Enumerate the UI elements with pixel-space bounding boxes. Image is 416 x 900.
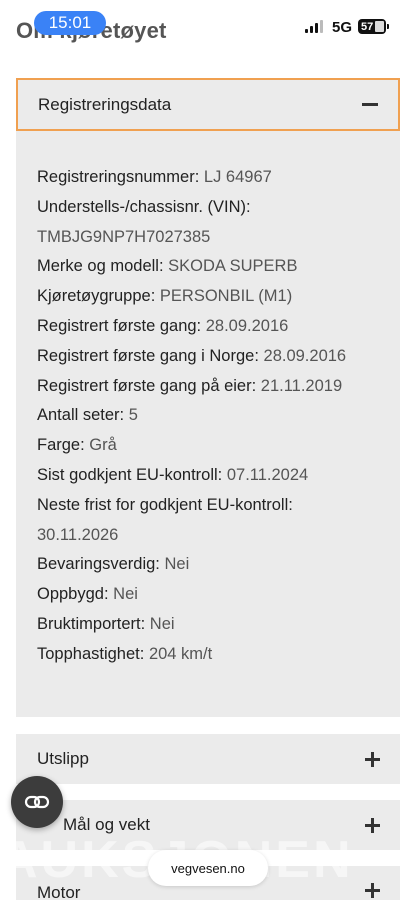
detail-value: PERSONBIL (M1) (159, 287, 293, 306)
detail-value: 204 km/t (148, 644, 213, 663)
section-header-mal-og-vekt[interactable]: Mål og vekt (16, 800, 400, 850)
plus-icon[interactable] (365, 817, 380, 833)
detail-row: Antall seter: 5 (37, 401, 379, 431)
detail-label: Kjøretøygruppe: (37, 287, 156, 306)
detail-label: Registreringsnummer: (37, 168, 200, 186)
detail-row: Registreringsnummer: LJ 64967 (37, 163, 379, 193)
status-bar: Om kjøretøyet 15:01 5G 57 (0, 0, 416, 50)
browser-url-bar[interactable]: vegvesen.no (148, 850, 268, 886)
detail-row: Kjøretøygruppe: PERSONBIL (M1) (37, 282, 379, 312)
detail-value: Grå (89, 436, 117, 455)
battery-level: 57 (361, 20, 374, 33)
battery-icon: 57 (358, 19, 389, 34)
detail-label: Registrert første gang i Norge: (37, 346, 259, 365)
detail-row: Registrert første gang på eier: 21.11.20… (37, 372, 379, 402)
section-header-utslipp[interactable]: Utslipp (16, 734, 400, 784)
detail-row: TMBJG9NP7H7027385 (37, 223, 379, 253)
detail-value: 28.09.2016 (263, 346, 347, 365)
detail-label: Bruktimportert: (37, 614, 146, 633)
detail-label: Bevaringsverdig: (37, 555, 160, 574)
detail-value: Nei (113, 585, 138, 604)
detail-label: Farge: (37, 436, 85, 455)
detail-label: Oppbygd: (37, 585, 109, 604)
detail-value: TMBJG9NP7H7027385 (37, 227, 211, 246)
detail-value: SKODA SUPERB (168, 257, 298, 276)
detail-row: Farge: Grå (37, 431, 379, 461)
detail-value: 30.11.2026 (37, 525, 119, 544)
detail-row: Registrert første gang: 28.09.2016 (37, 312, 379, 342)
network-label: 5G (332, 19, 353, 36)
signal-icon (305, 19, 325, 33)
section-title: Utslipp (37, 749, 89, 768)
detail-row: Sist godkjent EU-kontroll: 07.11.2024 (37, 461, 379, 491)
detail-label: Registrert første gang på eier: (37, 376, 257, 395)
detail-label: Neste frist for godkjent EU-kontroll: (37, 495, 293, 514)
detail-row: Bruktimportert: Nei (37, 610, 379, 640)
detail-row: Understells-/chassisnr. (VIN): (37, 193, 379, 223)
detail-label: Registrert første gang: (37, 316, 202, 335)
section-title: Registreringsdata (38, 94, 172, 114)
registration-details: Registreringsnummer: LJ 64967 Understells… (16, 131, 400, 717)
detail-value: 21.11.2019 (260, 376, 343, 395)
plus-icon[interactable] (365, 883, 380, 898)
reader-mode-button[interactable] (11, 776, 63, 828)
detail-value: 5 (128, 406, 138, 425)
detail-value: Nei (164, 555, 190, 574)
detail-label: Topphastighet: (37, 644, 145, 663)
detail-row: Merke og modell: SKODA SUPERB (37, 252, 379, 282)
detail-row: Topphastighet: 204 km/t (37, 640, 379, 670)
detail-label: Merke og modell: (37, 257, 164, 276)
section-title: Motor (37, 883, 81, 900)
detail-label: Sist godkjent EU-kontroll: (37, 465, 223, 484)
detail-value: Nei (149, 614, 175, 633)
section-header-registreringsdata[interactable]: Registreringsdata (16, 78, 400, 131)
detail-row: Oppbygd: Nei (37, 580, 379, 610)
detail-row: Neste frist for godkjent EU-kontroll: (37, 491, 379, 521)
detail-row: Bevaringsverdig: Nei (37, 550, 379, 580)
detail-row: Registrert første gang i Norge: 28.09.20… (37, 342, 379, 372)
detail-label: Understells-/chassisnr. (VIN): (37, 197, 251, 216)
link-icon (24, 795, 50, 809)
minus-icon[interactable] (362, 103, 378, 106)
detail-row: 30.11.2026 (37, 521, 379, 551)
detail-value: LJ 64967 (203, 168, 272, 186)
detail-value: 28.09.2016 (205, 316, 289, 335)
status-time: 15:01 (34, 11, 106, 35)
plus-icon[interactable] (365, 751, 380, 767)
detail-value: 07.11.2024 (226, 465, 309, 484)
detail-label: Antall seter: (37, 406, 125, 425)
